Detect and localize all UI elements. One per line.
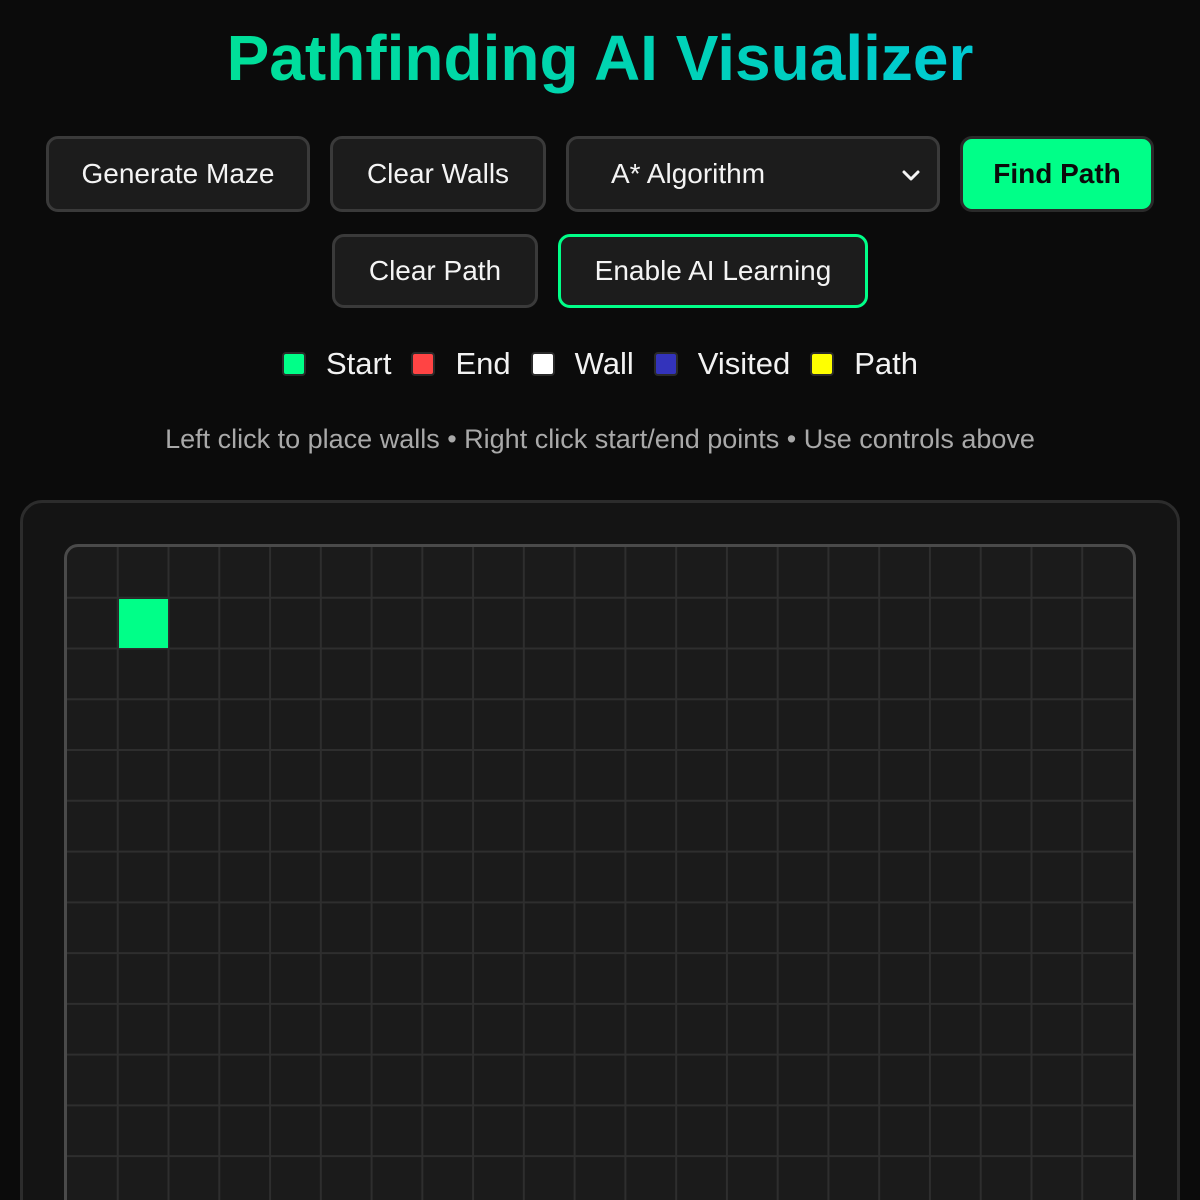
chevron-down-icon	[902, 170, 920, 181]
generate-maze-button[interactable]: Generate Maze	[46, 136, 310, 212]
legend-item-end: End	[411, 346, 511, 382]
find-path-button[interactable]: Find Path	[960, 136, 1154, 212]
grid-lines	[67, 547, 1133, 1200]
legend-item-path: Path	[810, 346, 918, 382]
pathfinding-grid[interactable]	[64, 544, 1136, 1200]
start-swatch	[281, 352, 306, 376]
visited-swatch	[653, 352, 678, 376]
enable-ai-learning-button[interactable]: Enable AI Learning	[558, 234, 868, 308]
instructions-text: Left click to place walls • Right click …	[165, 424, 1035, 454]
end-swatch	[411, 352, 436, 376]
clear-path-button[interactable]: Clear Path	[332, 234, 538, 308]
algorithm-select[interactable]: A* Algorithm	[566, 136, 940, 212]
path-swatch	[810, 352, 835, 376]
legend-label: Start	[325, 346, 392, 381]
app-page: Pathfinding AI Visualizer Generate Maze …	[0, 0, 1200, 1200]
algorithm-select-value: A* Algorithm	[611, 158, 766, 189]
legend-item-visited: Visited	[653, 346, 791, 382]
page-title: Pathfinding AI Visualizer	[0, 22, 1200, 94]
legend-item-start: Start	[281, 346, 392, 382]
legend-label: Path	[854, 346, 919, 381]
legend: Start End Wall Visited Path	[0, 346, 1200, 382]
legend-item-wall: Wall	[530, 346, 634, 382]
legend-label: Visited	[697, 346, 791, 381]
clear-walls-button[interactable]: Clear Walls	[330, 136, 546, 212]
legend-label: Wall	[574, 346, 634, 381]
start-cell[interactable]	[118, 598, 168, 648]
legend-label: End	[455, 346, 511, 381]
wall-swatch	[530, 352, 555, 376]
